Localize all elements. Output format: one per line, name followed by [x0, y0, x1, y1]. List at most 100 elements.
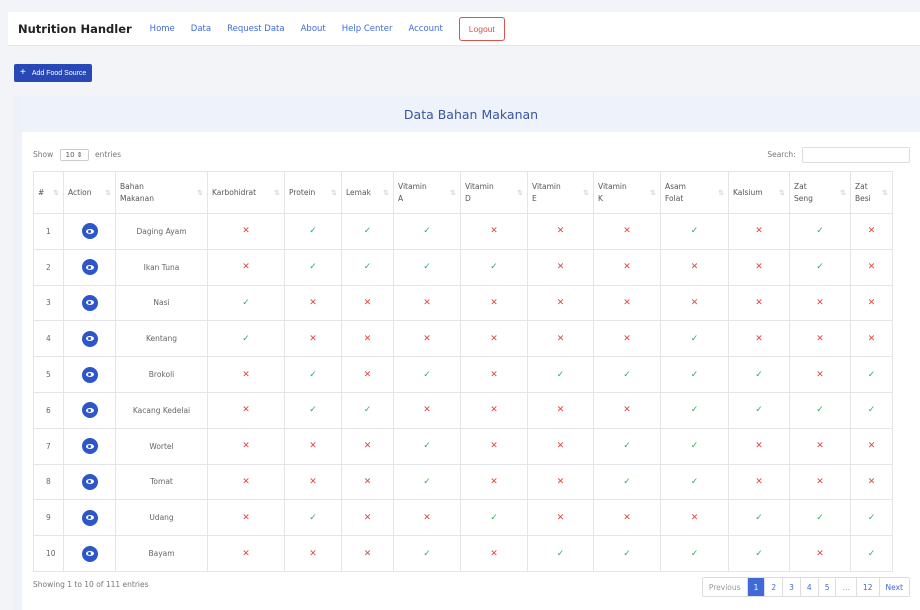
- logout-button[interactable]: Logout: [458, 16, 505, 41]
- nutrient-cell: ✓: [660, 427, 729, 465]
- sort-icon[interactable]: ⇅: [650, 187, 656, 199]
- row-number: 5: [33, 356, 64, 393]
- table-row: 2 Ikan Tuna ✕ ✓ ✓ ✓ ✓ ✕ ✕ ✕ ✕ ✓ ✕: [33, 248, 893, 286]
- column-header[interactable]: Kalsium ⇅: [728, 171, 790, 214]
- cross-icon: ✕: [623, 333, 631, 344]
- view-eye-icon[interactable]: [81, 509, 98, 526]
- nav-help-center[interactable]: Help Center: [342, 24, 393, 34]
- sort-icon[interactable]: ⇅: [779, 187, 785, 199]
- nutrient-cell: ✕: [527, 213, 594, 250]
- add-food-source-button[interactable]: + Add Food Source: [14, 64, 93, 82]
- sort-icon[interactable]: ⇅: [105, 187, 111, 199]
- cross-icon: ✕: [867, 226, 876, 237]
- plus-icon: +: [20, 67, 26, 78]
- cross-icon: ✕: [816, 548, 824, 559]
- sort-icon[interactable]: ⇅: [583, 187, 589, 199]
- column-header[interactable]: Asam Folat ⇅: [660, 171, 729, 214]
- view-eye-icon[interactable]: [81, 402, 98, 419]
- cross-icon: ✕: [423, 405, 431, 416]
- column-header[interactable]: Zat Seng ⇅: [789, 171, 851, 214]
- cross-icon: ✕: [816, 333, 824, 344]
- entries-select[interactable]: 10 ⇕: [59, 149, 89, 161]
- column-header[interactable]: Karbohidrat ⇅: [207, 171, 285, 214]
- view-eye-icon[interactable]: [81, 259, 98, 276]
- pagination-previous[interactable]: Previous: [703, 578, 747, 596]
- nutrient-cell: ✓: [527, 356, 594, 393]
- cross-icon: ✕: [423, 333, 431, 344]
- brand[interactable]: Nutrition Handler: [18, 22, 132, 36]
- cross-icon: ✕: [556, 476, 565, 487]
- sort-icon[interactable]: ⇅: [840, 187, 846, 199]
- sort-icon[interactable]: ⇅: [331, 187, 337, 199]
- nutrient-cell: ✓: [460, 248, 528, 286]
- nutrient-cell: ✕: [341, 499, 394, 537]
- cross-icon: ✕: [363, 333, 372, 344]
- sort-icon[interactable]: ⇅: [517, 187, 523, 199]
- sort-icon[interactable]: ⇅: [450, 187, 456, 199]
- cross-icon: ✕: [755, 333, 763, 344]
- nutrient-cell: ✕: [460, 463, 528, 501]
- nav-request-data[interactable]: Request Data: [227, 24, 285, 34]
- column-header[interactable]: Zat Besi ⇅: [850, 171, 893, 214]
- pagination-next[interactable]: Next: [878, 578, 909, 596]
- cross-icon: ✕: [755, 441, 763, 452]
- view-eye-icon[interactable]: [81, 223, 98, 240]
- column-header[interactable]: Bahan Makanan ⇅: [115, 171, 208, 214]
- nav-home[interactable]: Home: [150, 24, 175, 34]
- view-eye-icon[interactable]: [81, 473, 98, 490]
- column-header[interactable]: # ⇅: [33, 171, 64, 214]
- view-eye-icon[interactable]: [81, 330, 98, 347]
- check-icon: ✓: [867, 405, 876, 416]
- nutrient-cell: ✕: [728, 320, 790, 358]
- table-row: 9 Udang ✕ ✓ ✕ ✕ ✓ ✕ ✕ ✕ ✓ ✓ ✓: [33, 499, 893, 537]
- cross-icon: ✕: [556, 512, 565, 523]
- sort-icon[interactable]: ⇅: [718, 187, 724, 199]
- nutrient-cell: ✕: [460, 356, 528, 393]
- view-eye-icon[interactable]: [81, 438, 98, 455]
- search-input[interactable]: [802, 147, 910, 163]
- column-header[interactable]: Vitamin A ⇅: [393, 171, 461, 214]
- food-name: Ikan Tuna: [115, 248, 208, 286]
- column-header[interactable]: Protein ⇅: [284, 171, 342, 214]
- nutrient-cell: ✓: [393, 535, 461, 572]
- cross-icon: ✕: [363, 369, 372, 380]
- row-number: 6: [33, 391, 64, 429]
- column-header[interactable]: Action ⇅: [63, 171, 116, 214]
- nav-account[interactable]: Account: [408, 24, 442, 34]
- cross-icon: ✕: [867, 297, 876, 308]
- column-header[interactable]: Vitamin E ⇅: [527, 171, 594, 214]
- entries-select-value: 10: [65, 151, 75, 159]
- check-icon: ✓: [242, 333, 250, 344]
- sort-icon[interactable]: ⇅: [882, 187, 888, 199]
- column-header[interactable]: Lemak ⇅: [341, 171, 394, 214]
- cross-icon: ✕: [309, 476, 317, 487]
- pagination-page[interactable]: 1: [746, 578, 765, 596]
- check-icon: ✓: [623, 548, 631, 559]
- view-eye-icon[interactable]: [81, 545, 98, 562]
- column-header[interactable]: Vitamin D ⇅: [460, 171, 528, 214]
- pagination-page[interactable]: 3: [782, 578, 800, 596]
- cross-icon: ✕: [490, 441, 498, 452]
- sort-icon[interactable]: ⇅: [53, 187, 59, 199]
- pagination-page[interactable]: 2: [764, 578, 782, 596]
- cross-icon: ✕: [309, 441, 317, 452]
- cross-icon: ✕: [867, 441, 876, 452]
- pagination-page[interactable]: 5: [817, 578, 836, 596]
- pagination-page[interactable]: 12: [855, 578, 879, 596]
- view-eye-icon[interactable]: [81, 294, 98, 311]
- check-icon: ✓: [690, 441, 699, 452]
- nutrient-cell: ✓: [850, 499, 893, 537]
- view-eye-icon[interactable]: [81, 366, 98, 383]
- nutrient-cell: ✕: [789, 320, 851, 358]
- nutrient-cell: ✓: [341, 213, 394, 250]
- nutrient-cell: ✓: [850, 356, 893, 393]
- pagination-page[interactable]: 4: [799, 578, 818, 596]
- column-header-label: Kalsium: [733, 187, 763, 197]
- nav-about[interactable]: About: [301, 24, 326, 34]
- column-header[interactable]: Vitamin K ⇅: [593, 171, 661, 214]
- check-icon: ✓: [816, 226, 824, 237]
- sort-icon[interactable]: ⇅: [383, 187, 389, 199]
- sort-icon[interactable]: ⇅: [197, 187, 203, 199]
- sort-icon[interactable]: ⇅: [274, 187, 280, 199]
- nav-data[interactable]: Data: [191, 24, 211, 34]
